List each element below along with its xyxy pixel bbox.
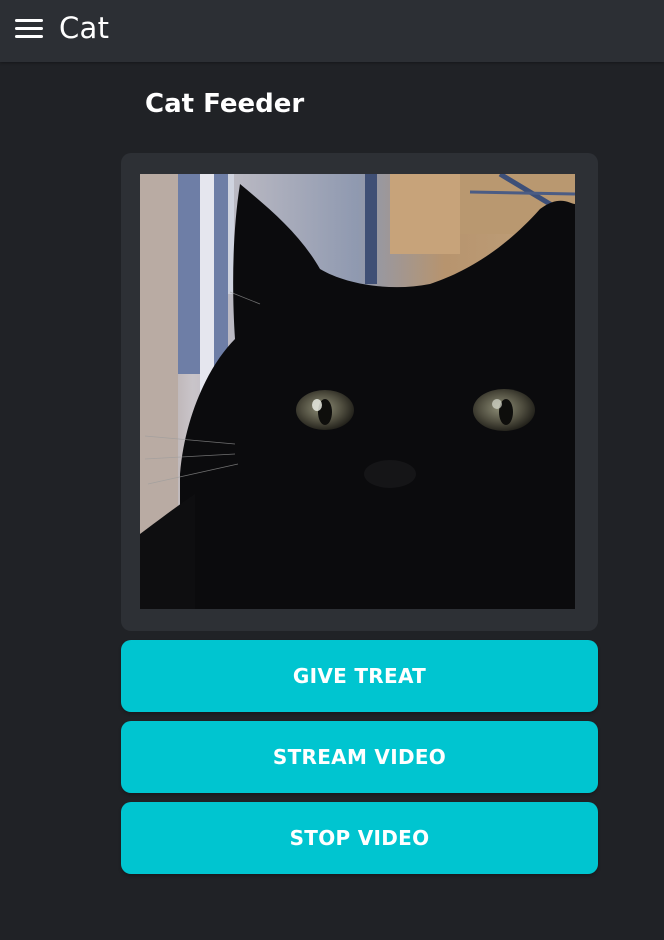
video-card — [121, 153, 598, 631]
video-feed — [140, 174, 575, 609]
cat-camera-image — [140, 174, 575, 609]
app-title: Cat — [59, 11, 110, 45]
hamburger-menu-icon[interactable] — [14, 16, 44, 42]
menu-line — [15, 35, 43, 38]
page-title: Cat Feeder — [145, 89, 305, 119]
stream-video-button[interactable]: STREAM VIDEO — [121, 721, 598, 793]
stop-video-button[interactable]: STOP VIDEO — [121, 802, 598, 874]
menu-line — [15, 19, 43, 22]
give-treat-button[interactable]: GIVE TREAT — [121, 640, 598, 712]
app-bar: Cat — [0, 0, 664, 62]
menu-line — [15, 27, 43, 30]
